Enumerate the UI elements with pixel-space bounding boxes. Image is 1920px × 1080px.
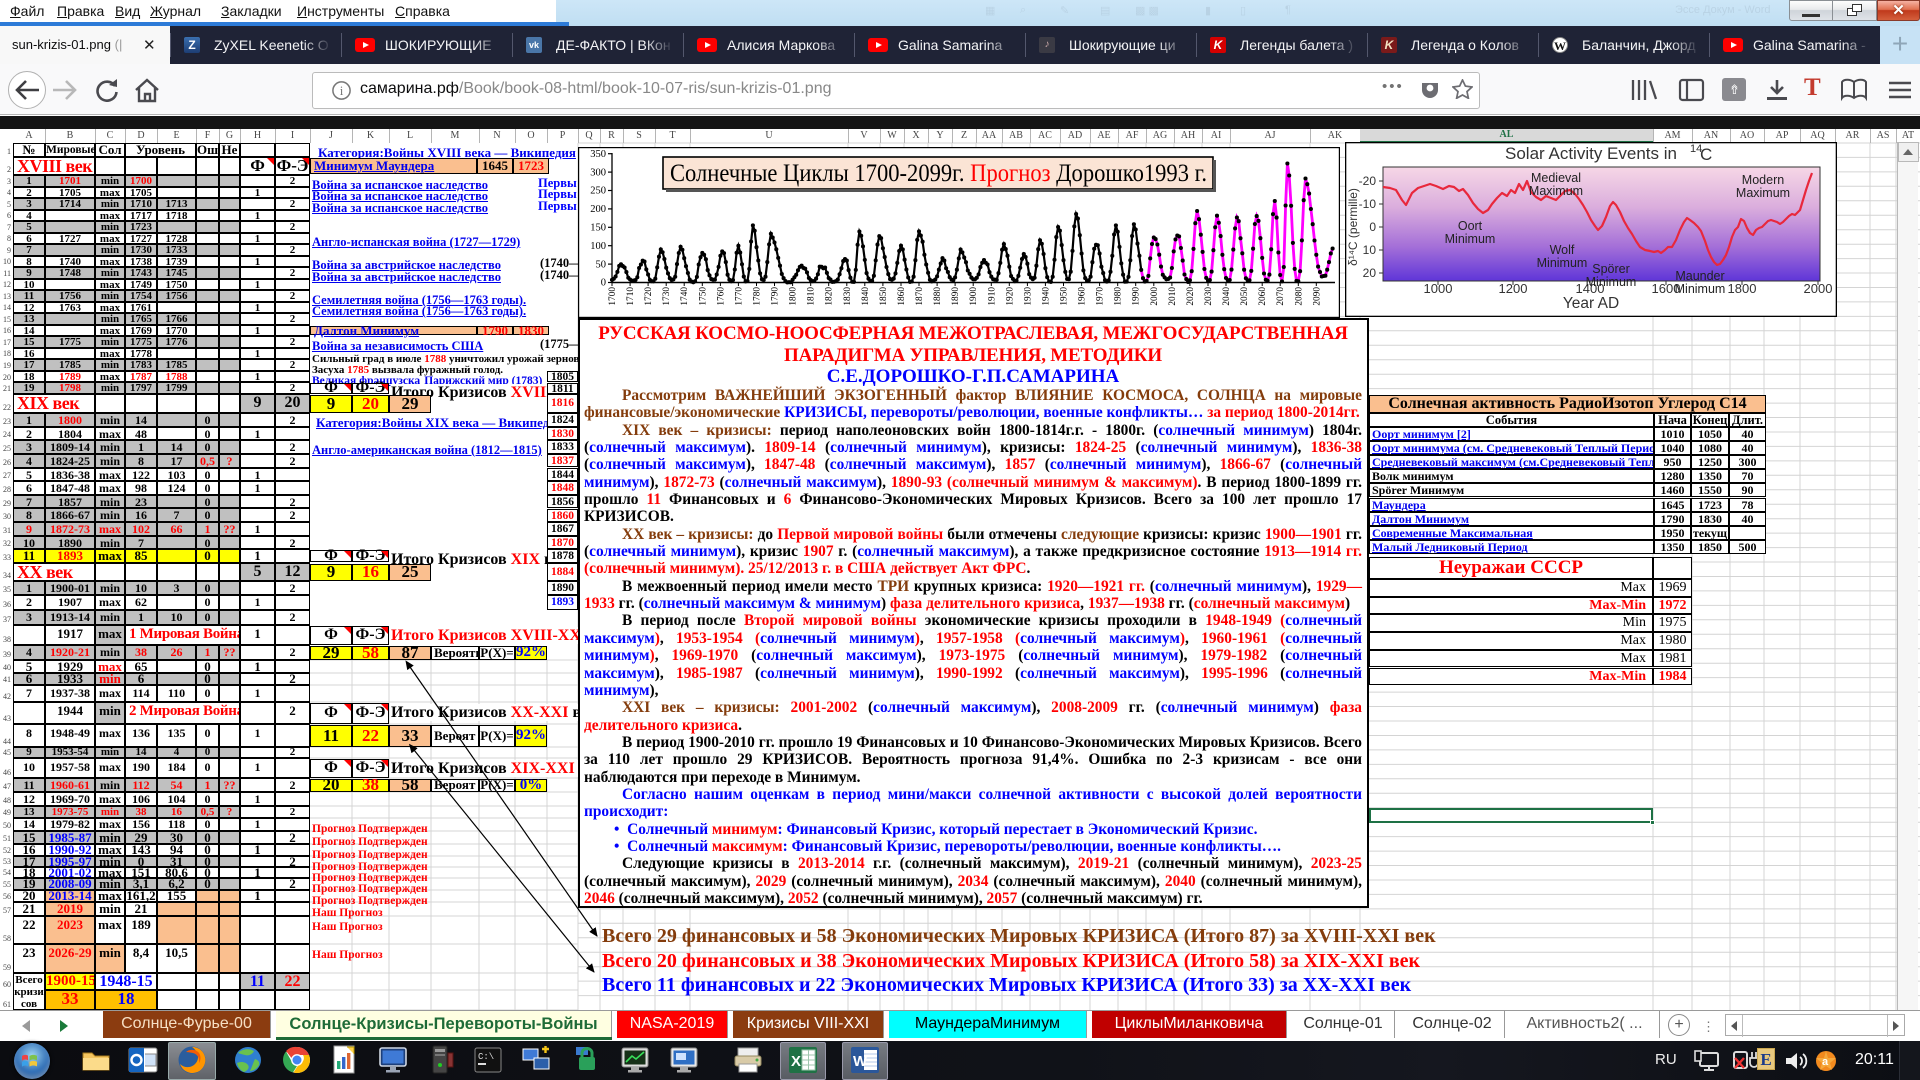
svg-text:1990: 1990	[1132, 287, 1142, 306]
svg-text:2030: 2030	[1204, 287, 1214, 306]
svg-text:-10: -10	[1359, 197, 1377, 211]
svg-text:250: 250	[590, 186, 606, 197]
svg-text:0: 0	[601, 278, 606, 289]
svg-text:1800: 1800	[1728, 281, 1757, 296]
svg-text:Maximum: Maximum	[1736, 186, 1790, 200]
svg-text:Solar Activity Events in: Solar Activity Events in	[1505, 144, 1677, 163]
svg-text:1000: 1000	[1424, 281, 1453, 296]
svg-text:200: 200	[590, 204, 606, 215]
svg-text:10: 10	[1363, 243, 1377, 257]
svg-text:1870: 1870	[915, 287, 925, 306]
svg-text:1840: 1840	[861, 287, 871, 306]
svg-text:1760: 1760	[716, 287, 726, 306]
svg-text:1770: 1770	[734, 287, 744, 306]
svg-text:1950: 1950	[1060, 287, 1070, 306]
svg-text:Modern: Modern	[1742, 173, 1784, 187]
svg-text:Minimum: Minimum	[1445, 232, 1496, 246]
svg-text:2000: 2000	[1804, 281, 1833, 296]
svg-text:Солнечные Циклы 1700-2099г. Пр: Солнечные Циклы 1700-2099г. Прогноз Доро…	[670, 160, 1207, 187]
svg-text:a: a	[1822, 1056, 1829, 1068]
svg-text:1850: 1850	[879, 287, 889, 306]
svg-text:50: 50	[596, 259, 607, 270]
svg-text:1810: 1810	[807, 287, 817, 306]
svg-text:100: 100	[590, 241, 606, 252]
svg-text:Minimum: Minimum	[1586, 275, 1637, 289]
svg-text:1730: 1730	[662, 287, 672, 306]
svg-text:1750: 1750	[698, 287, 708, 306]
svg-text:C:\: C:\	[478, 1052, 494, 1062]
svg-text:300: 300	[590, 167, 606, 178]
svg-text:Spörer: Spörer	[1592, 262, 1630, 276]
svg-text:W: W	[853, 1053, 868, 1070]
svg-text:Maximum: Maximum	[1529, 184, 1583, 198]
svg-text:2060: 2060	[1258, 287, 1268, 306]
svg-text:1740: 1740	[680, 287, 690, 306]
svg-text:1960: 1960	[1078, 287, 1088, 306]
svg-text:2010: 2010	[1168, 287, 1178, 306]
svg-text:1710: 1710	[626, 287, 636, 306]
svg-text:1800: 1800	[789, 287, 799, 306]
svg-text:2020: 2020	[1186, 287, 1196, 306]
svg-text:1930: 1930	[1023, 287, 1033, 306]
svg-text:1820: 1820	[825, 287, 835, 306]
svg-text:Year AD: Year AD	[1563, 295, 1619, 312]
svg-text:1890: 1890	[951, 287, 961, 306]
svg-text:Minimum: Minimum	[1537, 256, 1588, 270]
svg-text:-20: -20	[1359, 174, 1377, 188]
svg-text:1970: 1970	[1096, 287, 1106, 306]
svg-text:1880: 1880	[933, 287, 943, 306]
svg-text:2070: 2070	[1276, 287, 1286, 306]
svg-text:1720: 1720	[644, 287, 654, 306]
svg-text:1780: 1780	[753, 287, 763, 306]
svg-text:1940: 1940	[1041, 287, 1051, 306]
svg-text:2090: 2090	[1312, 287, 1322, 306]
svg-text:1860: 1860	[897, 287, 907, 306]
svg-text:X: X	[791, 1053, 801, 1070]
svg-text:Minimum: Minimum	[1675, 282, 1726, 296]
svg-text:1900: 1900	[969, 287, 979, 306]
svg-text:Maunder: Maunder	[1675, 269, 1724, 283]
svg-text:C: C	[1700, 145, 1712, 164]
svg-text:2040: 2040	[1222, 287, 1232, 306]
svg-text:2050: 2050	[1240, 287, 1250, 306]
svg-text:150: 150	[590, 223, 606, 234]
svg-text:Medieval: Medieval	[1531, 171, 1581, 185]
svg-text:0: 0	[1369, 220, 1376, 234]
svg-text:δ¹⁴C (permille): δ¹⁴C (permille)	[1346, 188, 1360, 266]
svg-text:1790: 1790	[771, 287, 781, 306]
svg-text:20: 20	[1363, 266, 1377, 280]
svg-text:1200: 1200	[1499, 281, 1528, 296]
svg-text:2080: 2080	[1294, 287, 1304, 306]
svg-text:2000: 2000	[1150, 287, 1160, 306]
svg-text:1980: 1980	[1114, 287, 1124, 306]
svg-text:1700: 1700	[608, 287, 618, 306]
svg-text:350: 350	[590, 149, 606, 160]
svg-text:1920: 1920	[1005, 287, 1015, 306]
svg-text:Wolf: Wolf	[1550, 243, 1575, 257]
svg-text:1830: 1830	[843, 287, 853, 306]
svg-text:1910: 1910	[987, 287, 997, 306]
svg-text:Oort: Oort	[1458, 219, 1483, 233]
